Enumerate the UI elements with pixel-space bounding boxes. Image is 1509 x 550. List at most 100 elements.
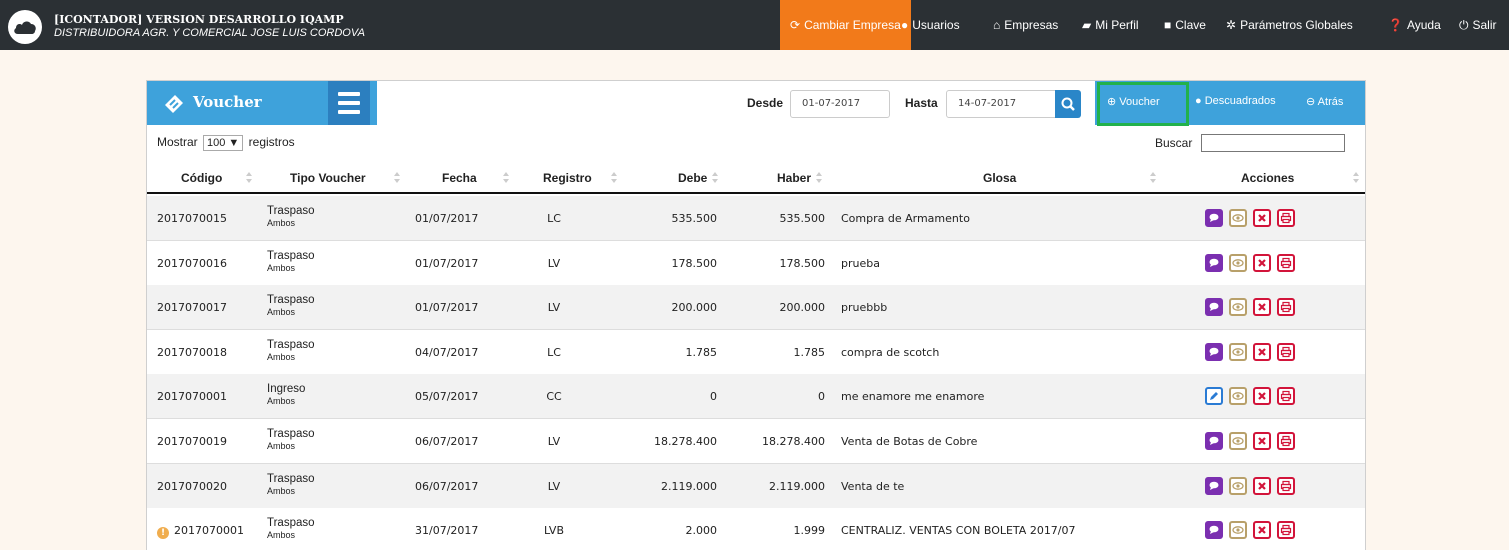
buscar-label: Buscar [1155, 136, 1193, 150]
nav-parametros-globales[interactable]: ✲ Parámetros Globales [1226, 0, 1353, 50]
buscar-input[interactable] [1201, 134, 1345, 152]
table-row[interactable]: 2017070001 Ingreso Ambos 05/07/2017 CC 0 0 me e… [147, 374, 1365, 419]
sort-icon[interactable] [712, 172, 719, 184]
print-button[interactable] [1277, 254, 1295, 272]
cell-debe: 178.500 [671, 257, 718, 270]
delete-button[interactable] [1253, 521, 1271, 539]
view-button[interactable] [1229, 254, 1247, 272]
view-button[interactable] [1229, 521, 1247, 539]
col-registro[interactable]: Registro [543, 164, 592, 192]
power-icon: ⏻ [1459, 18, 1469, 32]
delete-button[interactable] [1253, 432, 1271, 450]
nav-ayuda[interactable]: ❓ Ayuda [1388, 0, 1441, 50]
table-row[interactable]: ! 2017070001 Traspaso Ambos 31/07/2017 LVB 2.0… [147, 508, 1365, 550]
nav-usuarios[interactable]: ● Usuarios [901, 0, 960, 50]
nav-salir[interactable]: ⏻ Salir [1459, 0, 1497, 50]
print-button[interactable] [1277, 343, 1295, 361]
delete-button[interactable] [1253, 254, 1271, 272]
col-fecha[interactable]: Fecha [442, 164, 477, 192]
table-row[interactable]: 2017070018 Traspaso Ambos 04/07/2017 LC 1.785… [147, 330, 1365, 375]
sort-icon[interactable] [394, 172, 401, 184]
comment-button[interactable] [1205, 521, 1223, 539]
print-button[interactable] [1277, 477, 1295, 495]
cell-haber: 2.119.000 [769, 480, 825, 493]
table-row[interactable]: 2017070016 Traspaso Ambos 01/07/2017 LV 178.5… [147, 241, 1365, 286]
search-icon [1061, 97, 1075, 111]
print-button[interactable] [1277, 432, 1295, 450]
delete-button[interactable] [1253, 387, 1271, 405]
print-button[interactable] [1277, 298, 1295, 316]
comment-button[interactable] [1205, 209, 1223, 227]
close-icon [1258, 214, 1266, 222]
warning-icon[interactable]: ! [157, 527, 169, 539]
page-size-select[interactable]: 100 ▼ [203, 135, 244, 151]
cell-tipo-voucher: Traspaso Ambos [267, 473, 315, 496]
desde-date-input[interactable]: 01-07-2017 [790, 90, 890, 118]
col-glosa[interactable]: Glosa [983, 164, 1016, 192]
view-button[interactable] [1229, 432, 1247, 450]
sort-icon[interactable] [1150, 172, 1157, 184]
delete-button[interactable] [1253, 298, 1271, 316]
nav-clave[interactable]: ■ Clave [1164, 0, 1206, 50]
sort-icon[interactable] [1353, 172, 1360, 184]
minus-circle-icon: ⊖ [1306, 96, 1316, 108]
sort-icon[interactable] [246, 172, 253, 184]
view-button[interactable] [1229, 477, 1247, 495]
col-debe[interactable]: Debe [678, 164, 707, 192]
col-tipo-voucher[interactable]: Tipo Voucher [290, 164, 366, 192]
eye-icon [1232, 214, 1244, 222]
cloud-logo-icon[interactable] [8, 10, 42, 44]
eye-icon [1232, 482, 1244, 490]
sort-icon[interactable] [503, 172, 510, 184]
cell-codigo: 2017070015 [157, 212, 227, 225]
ticket-icon [165, 95, 183, 113]
comment-button[interactable] [1205, 343, 1223, 361]
print-button[interactable] [1277, 209, 1295, 227]
cell-codigo: 2017070020 [157, 480, 227, 493]
cell-codigo: 2017070001 [157, 390, 227, 403]
cell-registro: LV [547, 301, 561, 314]
cell-codigo: ! 2017070001 [157, 524, 244, 539]
comment-button[interactable] [1205, 298, 1223, 316]
voucher-panel: Voucher Desde 01-07-2017 Hasta 14-07-201… [146, 80, 1366, 550]
cell-tipo-voucher: Traspaso Ambos [267, 205, 315, 228]
nav-empresas[interactable]: ⌂ Empresas [993, 0, 1058, 50]
delete-button[interactable] [1253, 209, 1271, 227]
table-row[interactable]: 2017070017 Traspaso Ambos 01/07/2017 LV 200.0… [147, 285, 1365, 330]
nav-mi-perfil[interactable]: ▰ Mi Perfil [1082, 0, 1139, 50]
panel-title-block: Voucher [147, 81, 377, 125]
sort-icon[interactable] [611, 172, 618, 184]
cell-debe: 200.000 [671, 301, 718, 314]
eye-icon [1232, 526, 1244, 534]
comment-button[interactable] [1205, 477, 1223, 495]
delete-button[interactable] [1253, 477, 1271, 495]
table-row[interactable]: 2017070019 Traspaso Ambos 06/07/2017 LV 18.27… [147, 419, 1365, 464]
edit-button[interactable] [1205, 387, 1223, 405]
cell-glosa: pruebbb [841, 301, 888, 314]
cell-tipo-sub: Ambos [267, 352, 296, 362]
search-date-button[interactable] [1055, 90, 1081, 118]
cell-fecha: 06/07/2017 [415, 480, 479, 493]
comment-button[interactable] [1205, 254, 1223, 272]
hasta-date-input[interactable]: 14-07-2017 [946, 90, 1056, 118]
nav-cambiar-empresa[interactable]: ⟳ Cambiar Empresa [780, 0, 911, 50]
print-button[interactable] [1277, 387, 1295, 405]
table-row[interactable]: 2017070015 Traspaso Ambos 01/07/2017 LC 535.5… [147, 196, 1365, 241]
sort-icon[interactable] [816, 172, 823, 184]
comment-button[interactable] [1205, 432, 1223, 450]
col-codigo[interactable]: Código [181, 164, 222, 192]
view-button[interactable] [1229, 343, 1247, 361]
chat-bubble-icon [1209, 302, 1219, 311]
view-button[interactable] [1229, 298, 1247, 316]
delete-button[interactable] [1253, 343, 1271, 361]
print-button[interactable] [1277, 521, 1295, 539]
table-row[interactable]: 2017070020 Traspaso Ambos 06/07/2017 LV 2.119… [147, 464, 1365, 509]
descuadrados-button[interactable]: ● Descuadrados [1195, 95, 1276, 107]
col-haber[interactable]: Haber [777, 164, 811, 192]
view-button[interactable] [1229, 387, 1247, 405]
close-icon [1258, 303, 1266, 311]
hamburger-menu-button[interactable] [328, 81, 370, 125]
view-button[interactable] [1229, 209, 1247, 227]
cell-fecha: 01/07/2017 [415, 257, 479, 270]
atras-button[interactable]: ⊖ Atrás [1306, 95, 1343, 108]
